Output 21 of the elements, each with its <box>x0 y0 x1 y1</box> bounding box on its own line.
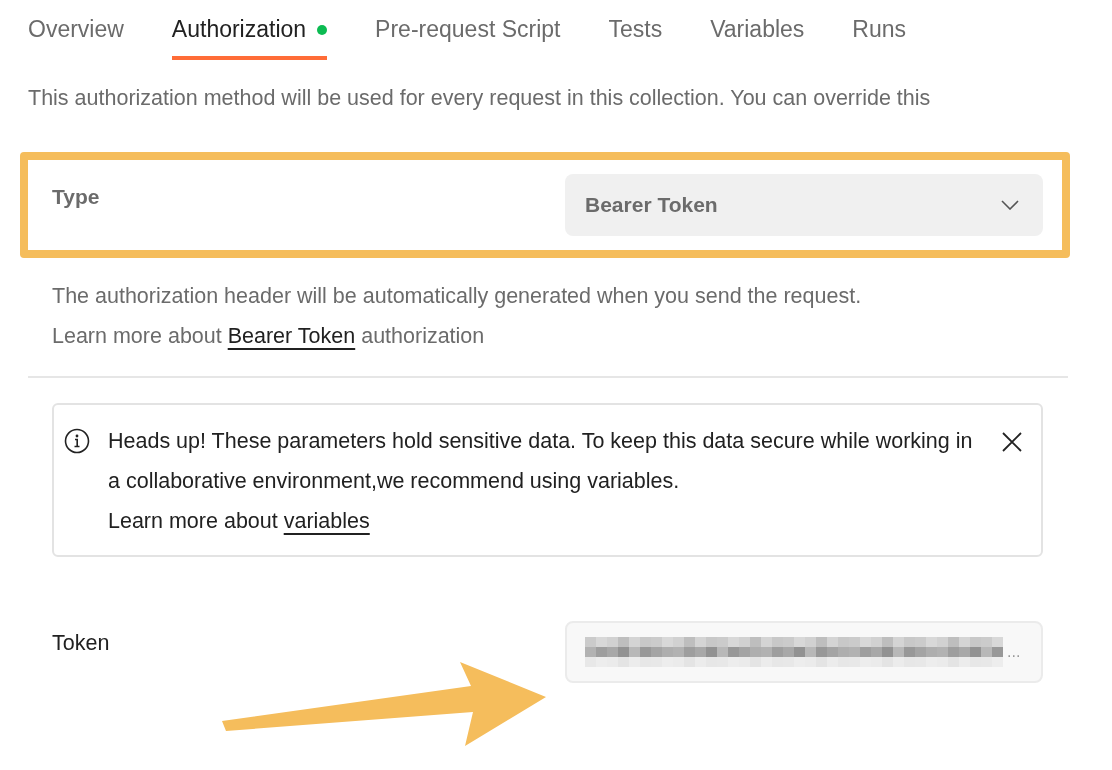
description-text: This authorization method will be used for every request in this collection. You can override this <box>28 86 932 111</box>
info-icon <box>64 428 90 454</box>
help-text: The authorization header will be automatically generated when you send the request. <box>52 283 863 310</box>
type-dropdown[interactable]: Bearer Token <box>565 174 1043 236</box>
tab[interactable]: Variables <box>710 12 805 60</box>
tab[interactable]: Authorization <box>171 12 328 60</box>
variables-link[interactable]: variables <box>283 509 370 533</box>
tab[interactable]: Pre-request Script <box>375 12 561 60</box>
learn-more-text: Learn more about variables <box>108 508 371 535</box>
overflow-ellipsis: ... <box>1007 643 1021 661</box>
token-label: Token <box>52 631 110 656</box>
tab[interactable]: Overview <box>28 12 124 60</box>
type-label: Type <box>52 185 100 209</box>
learn-more-text: Learn more about Bearer Token authorization <box>52 323 486 350</box>
bearer-token-link[interactable]: Bearer Token <box>227 324 356 348</box>
tab[interactable]: Runs <box>852 12 907 60</box>
token-field[interactable]: ... <box>565 621 1043 683</box>
tab[interactable]: Tests <box>608 12 663 60</box>
alert-text: Heads up! These parameters hold sensitive data. To keep this data secure while working in a collaborative environment,we recommend using variables. <box>108 428 974 495</box>
chevron-down-icon <box>1001 200 1019 210</box>
close-button[interactable] <box>1001 431 1023 453</box>
